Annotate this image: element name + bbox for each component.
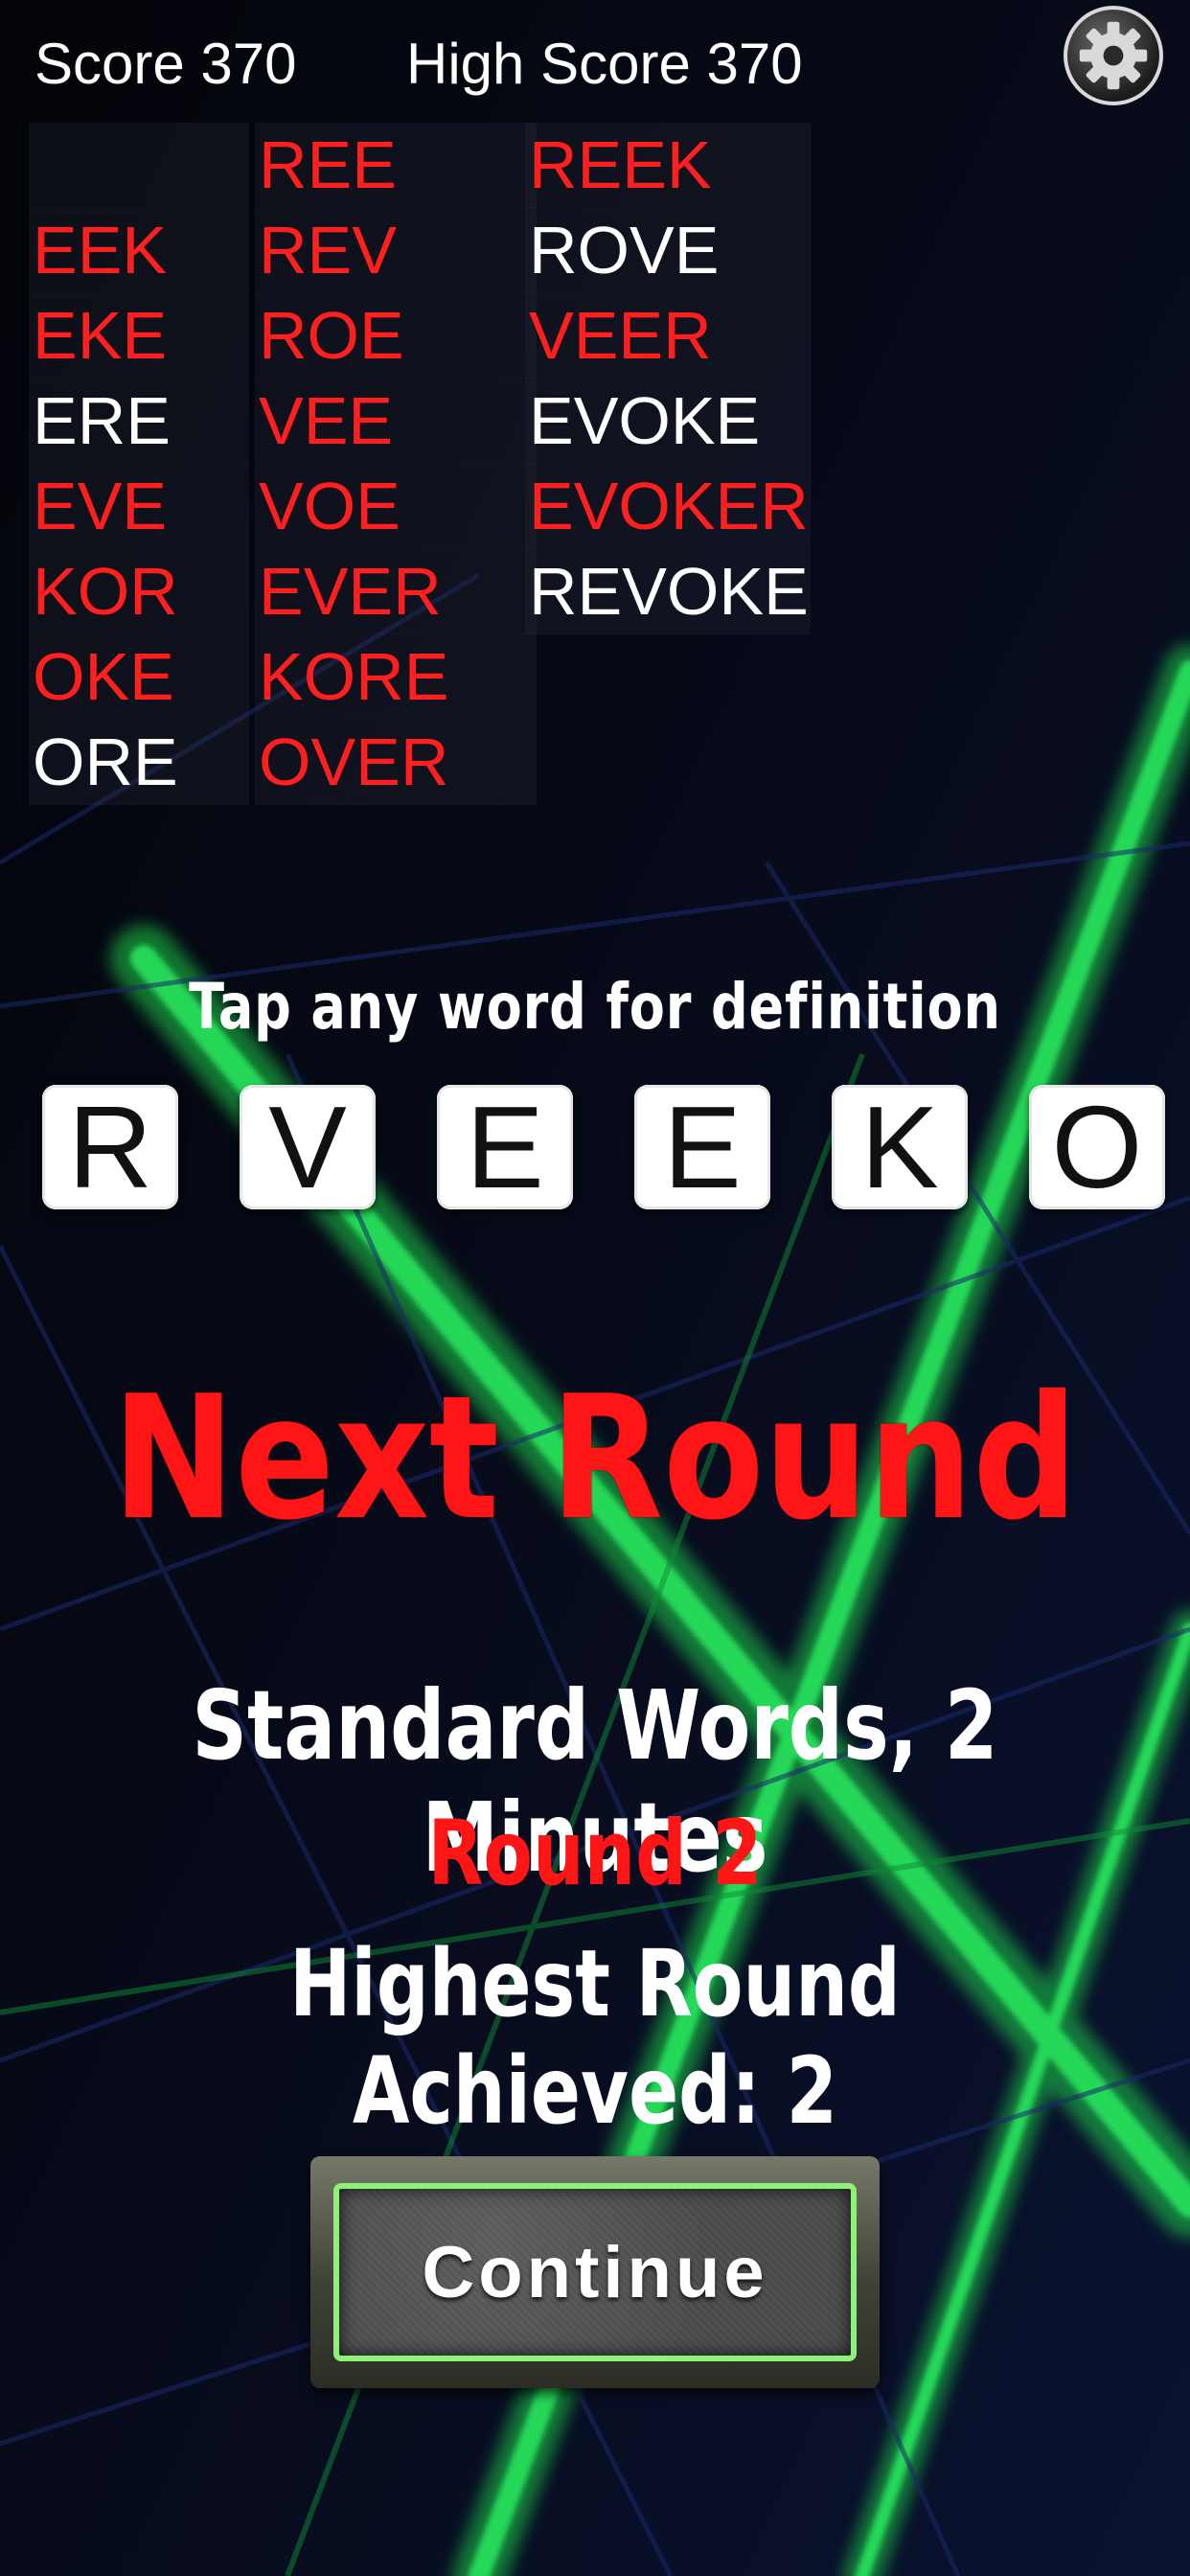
letter-tile[interactable]: E — [437, 1085, 573, 1209]
word-item[interactable]: EVOKE — [525, 379, 811, 464]
word-item[interactable]: EVOKER — [525, 464, 811, 549]
word-column-1: EEK EKE ERE EVE KOR OKE ORE — [29, 123, 249, 805]
word-item[interactable]: ERE — [29, 379, 249, 464]
next-round-title: Next Round — [112, 1359, 1078, 1557]
score-label: Score 370 — [34, 32, 297, 96]
word-item[interactable]: VEE — [255, 379, 537, 464]
word-item[interactable]: OVER — [255, 720, 537, 805]
continue-button-frame: Continue — [310, 2156, 880, 2388]
word-item[interactable]: EVE — [29, 464, 249, 549]
word-item[interactable]: KOR — [29, 549, 249, 634]
gear-icon — [1079, 21, 1148, 90]
word-item[interactable]: REV — [255, 208, 537, 293]
continue-button[interactable]: Continue — [333, 2183, 857, 2361]
word-item[interactable]: VEER — [525, 293, 811, 379]
definition-hint: Tap any word for definition — [189, 970, 1001, 1044]
high-score-label: High Score 370 — [406, 32, 803, 96]
word-item[interactable]: ROVE — [525, 208, 811, 293]
word-item[interactable]: ORE — [29, 720, 249, 805]
settings-button[interactable] — [1064, 6, 1163, 105]
letter-tile[interactable]: K — [832, 1085, 968, 1209]
word-item[interactable]: ROE — [255, 293, 537, 379]
letter-tile[interactable]: E — [634, 1085, 770, 1209]
word-item[interactable]: EVER — [255, 549, 537, 634]
word-item — [29, 123, 249, 208]
word-item[interactable]: EKE — [29, 293, 249, 379]
word-item[interactable]: EEK — [29, 208, 249, 293]
word-item[interactable]: VOE — [255, 464, 537, 549]
word-item[interactable]: REEK — [525, 123, 811, 208]
word-item[interactable]: REVOKE — [525, 549, 811, 634]
word-column-2: REE REV ROE VEE VOE EVER KORE OVER — [255, 123, 537, 805]
word-column-3: REEK ROVE VEER EVOKE EVOKER REVOKE — [525, 123, 811, 634]
highest-round-label: Highest Round Achieved: 2 — [289, 1930, 901, 2145]
letter-tile[interactable]: V — [240, 1085, 376, 1209]
word-item[interactable]: REE — [255, 123, 537, 208]
word-item[interactable]: OKE — [29, 634, 249, 720]
round-label: Round 2 — [427, 1802, 763, 1906]
letter-tile[interactable]: R — [42, 1085, 178, 1209]
word-item[interactable]: KORE — [255, 634, 537, 720]
letter-tile[interactable]: O — [1029, 1085, 1165, 1209]
